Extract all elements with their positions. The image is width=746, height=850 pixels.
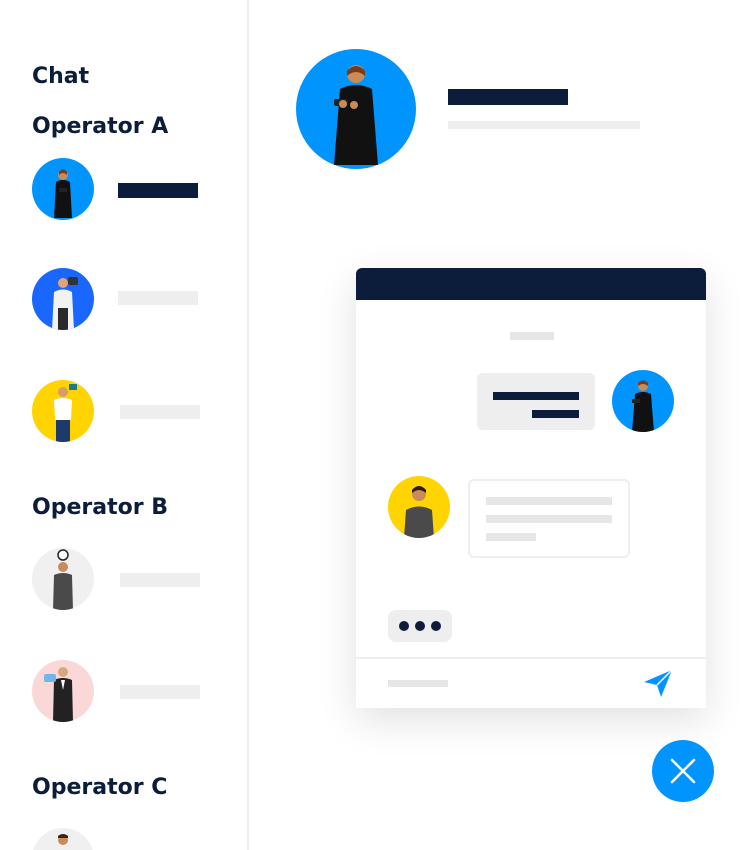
person-illustration xyxy=(632,380,654,432)
operator-avatar xyxy=(32,828,94,850)
operator-row-b2[interactable] xyxy=(32,660,202,724)
chat-window-header xyxy=(356,268,706,300)
typing-dot xyxy=(399,621,409,631)
sidebar: Chat Operator A Operator B Operator C xyxy=(0,0,249,850)
person-illustration xyxy=(404,486,434,538)
close-chat-button[interactable] xyxy=(652,740,714,802)
date-separator-placeholder xyxy=(510,332,554,340)
operator-row-c1[interactable] xyxy=(32,828,202,850)
operator-name-placeholder xyxy=(120,573,200,587)
message-text-placeholder xyxy=(486,533,536,541)
operator-row-a3[interactable] xyxy=(32,380,202,444)
person-illustration xyxy=(52,277,78,330)
typing-dot xyxy=(415,621,425,631)
message-composer xyxy=(356,657,706,708)
operator-row-b1[interactable] xyxy=(32,548,202,612)
person-illustration xyxy=(334,65,378,165)
group-heading-operator-b: Operator B xyxy=(32,495,168,520)
message-input[interactable] xyxy=(388,680,448,687)
operator-avatar xyxy=(32,268,94,330)
group-heading-operator-a: Operator A xyxy=(32,114,169,139)
selected-operator-avatar xyxy=(296,49,416,169)
chat-window xyxy=(356,268,706,708)
operator-avatar xyxy=(32,380,94,442)
incoming-message-bubble xyxy=(468,479,630,558)
operator-name-placeholder xyxy=(118,291,198,305)
operator-name-placeholder xyxy=(120,405,200,419)
paper-plane-icon[interactable] xyxy=(642,667,674,699)
person-illustration xyxy=(54,384,77,442)
chat-title: Chat xyxy=(32,64,90,89)
message-text-placeholder xyxy=(486,497,612,505)
operator-avatar xyxy=(32,660,94,722)
operator-row-a2[interactable] xyxy=(32,268,202,332)
operator-subtitle-placeholder xyxy=(448,121,640,129)
outgoing-message-bubble xyxy=(477,373,595,430)
typing-dot xyxy=(431,621,441,631)
person-illustration xyxy=(53,549,73,610)
person-illustration xyxy=(58,834,68,845)
visitor-message-avatar xyxy=(388,476,450,538)
operator-name-placeholder xyxy=(120,685,200,699)
message-text-placeholder xyxy=(493,392,579,400)
operator-name-placeholder xyxy=(118,183,198,198)
close-icon xyxy=(670,758,696,784)
message-text-placeholder xyxy=(532,410,579,418)
operator-name-placeholder xyxy=(448,89,568,105)
person-illustration xyxy=(44,667,73,722)
operator-avatar xyxy=(32,158,94,220)
person-illustration xyxy=(54,169,72,218)
typing-indicator xyxy=(388,610,452,642)
group-heading-operator-c: Operator C xyxy=(32,775,168,800)
operator-message-avatar xyxy=(612,370,674,432)
message-text-placeholder xyxy=(486,515,612,523)
operator-avatar xyxy=(32,548,94,610)
operator-row-a1[interactable] xyxy=(32,158,202,222)
